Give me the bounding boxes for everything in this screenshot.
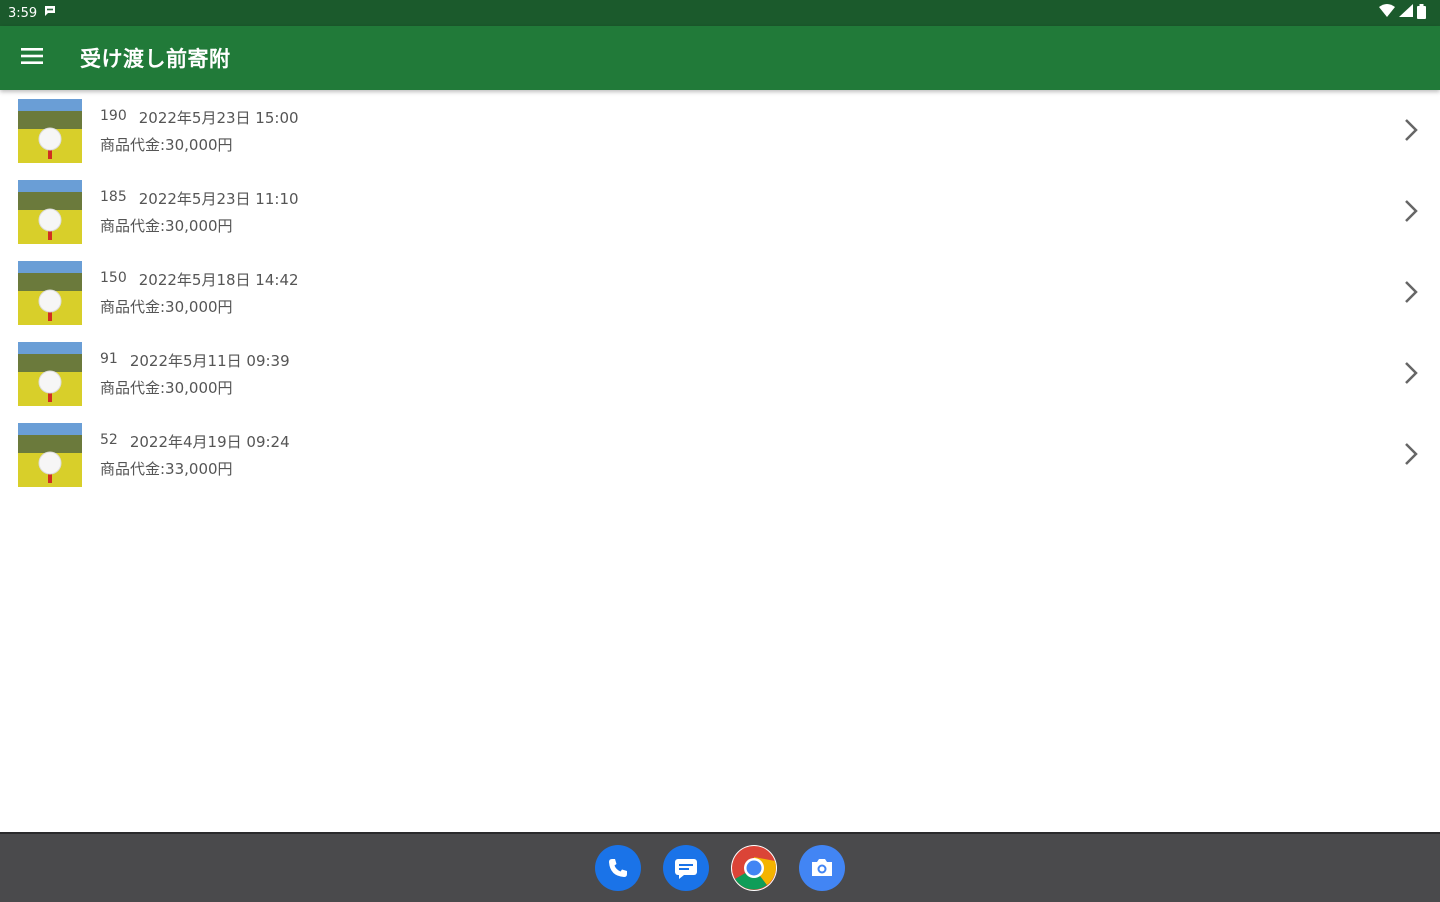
chrome-icon[interactable] bbox=[731, 845, 777, 891]
status-time: 3:59 bbox=[8, 5, 38, 21]
chevron-right-icon bbox=[1404, 442, 1418, 470]
list-item[interactable]: 91 2022年5月11日 09:39 商品代金:30,000円 bbox=[0, 333, 1440, 414]
item-date: 2022年5月23日 15:00 bbox=[138, 108, 299, 127]
item-price: 商品代金:30,000円 bbox=[100, 135, 233, 154]
item-price: 商品代金:33,000円 bbox=[100, 459, 233, 478]
signal-icon bbox=[1399, 4, 1413, 22]
chevron-right-icon bbox=[1404, 280, 1418, 308]
list-item[interactable]: 150 2022年5月18日 14:42 商品代金:30,000円 bbox=[0, 252, 1440, 333]
golf-ball-thumbnail-icon bbox=[18, 260, 82, 325]
list-item[interactable]: 52 2022年4月19日 09:24 商品代金:33,000円 bbox=[0, 414, 1440, 495]
app-bar: 受け渡し前寄附 bbox=[0, 26, 1440, 90]
golf-ball-thumbnail-icon bbox=[18, 98, 82, 163]
camera-icon[interactable] bbox=[799, 845, 845, 891]
item-date: 2022年4月19日 09:24 bbox=[129, 432, 290, 451]
item-date: 2022年5月11日 09:39 bbox=[129, 351, 290, 370]
hamburger-menu-icon bbox=[21, 48, 43, 68]
list-item[interactable]: 190 2022年5月23日 15:00 商品代金:30,000円 bbox=[0, 90, 1440, 171]
item-id: 52 bbox=[100, 431, 118, 448]
wifi-icon bbox=[1379, 4, 1395, 22]
page-title: 受け渡し前寄附 bbox=[80, 47, 231, 71]
battery-icon bbox=[1417, 3, 1426, 23]
menu-button[interactable] bbox=[0, 26, 64, 90]
item-id: 91 bbox=[100, 350, 118, 367]
item-id: 185 bbox=[100, 188, 127, 205]
golf-ball-thumbnail-icon bbox=[18, 179, 82, 244]
chevron-right-icon bbox=[1404, 199, 1418, 227]
item-id: 150 bbox=[100, 269, 127, 286]
golf-ball-thumbnail-icon bbox=[18, 422, 82, 487]
phone-icon[interactable] bbox=[595, 845, 641, 891]
item-price: 商品代金:30,000円 bbox=[100, 378, 233, 397]
item-id: 190 bbox=[100, 107, 127, 124]
donation-list: 190 2022年5月23日 15:00 商品代金:30,000円 185 2022… bbox=[0, 90, 1440, 495]
list-item[interactable]: 185 2022年5月23日 11:10 商品代金:30,000円 bbox=[0, 171, 1440, 252]
item-date: 2022年5月23日 11:10 bbox=[138, 189, 299, 208]
golf-ball-thumbnail-icon bbox=[18, 341, 82, 406]
dock bbox=[0, 832, 1440, 902]
chevron-right-icon bbox=[1404, 361, 1418, 389]
status-bar: 3:59 bbox=[0, 0, 1440, 26]
message-notification-icon bbox=[43, 4, 57, 22]
item-price: 商品代金:30,000円 bbox=[100, 297, 233, 316]
chevron-right-icon bbox=[1404, 118, 1418, 146]
item-date: 2022年5月18日 14:42 bbox=[138, 270, 299, 289]
item-price: 商品代金:30,000円 bbox=[100, 216, 233, 235]
messages-icon[interactable] bbox=[663, 845, 709, 891]
